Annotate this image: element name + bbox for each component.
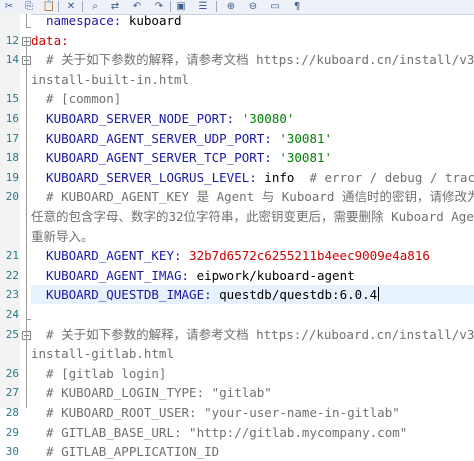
fold-guide [26, 14, 27, 28]
line-number [0, 70, 19, 89]
code-token: # 关于如下参数的解释，请参考文档 https://kuboard.cn/ins… [31, 326, 474, 342]
line-number: 25 [5, 327, 19, 341]
line-number [0, 11, 19, 30]
line-number: 19 [5, 170, 19, 184]
text-caret [378, 287, 380, 302]
code-token: 重新导入。 [31, 228, 94, 244]
code-token: # error / debug / trace [294, 169, 474, 185]
code-line[interactable]: # KUBOARD_LOGIN_TYPE: "gitlab" [31, 383, 474, 402]
code-token: KUBOARD_SERVER_LOGRUS_LEVEL: [31, 169, 265, 185]
code-token: # 关于如下参数的解释，请参考文档 https://kuboard.cn/ins… [31, 52, 474, 68]
code-token: # GITLAB_BASE_URL: "http://gitlab.mycomp… [31, 424, 408, 440]
line-number [0, 207, 19, 226]
code-token: # KUBOARD_AGENT_KEY 是 Agent 与 Kuboard 通信… [31, 189, 474, 205]
code-line[interactable]: KUBOARD_AGENT_KEY: 32b7d6572c6255211b4ee… [31, 246, 474, 265]
code-line[interactable]: install-built-in.html [31, 70, 474, 89]
code-token: KUBOARD_AGENT_KEY: [31, 248, 190, 264]
fold-end-tick [26, 319, 31, 320]
code-line[interactable]: # 关于如下参数的解释，请参考文档 https://kuboard.cn/ins… [31, 50, 474, 69]
code-token: info [264, 169, 295, 185]
code-token: KUBOARD_AGENT_SERVER_UDP_PORT: [31, 130, 280, 146]
line-number: 12 [5, 33, 19, 47]
code-token: eipwork/kuboard-agent [196, 267, 355, 283]
code-line[interactable]: KUBOARD_AGENT_SERVER_UDP_PORT: '30081' [31, 129, 474, 148]
code-line[interactable]: KUBOARD_AGENT_IMAG: eipwork/kuboard-agen… [31, 266, 474, 285]
code-token: KUBOARD_AGENT_IMAG: [31, 267, 197, 283]
line-number: 24 [5, 308, 19, 321]
code-line[interactable]: # GITLAB_BASE_URL: "http://gitlab.mycomp… [31, 423, 474, 442]
code-line[interactable]: # 关于如下参数的解释，请参考文档 https://kuboard.cn/ins… [31, 325, 474, 344]
code-line[interactable]: # [gitlab login] [31, 364, 474, 383]
line-number: 15 [5, 92, 19, 106]
line-number: 14 [5, 53, 19, 67]
code-line[interactable]: # KUBOARD_ROOT_USER: "your-user-name-in-… [31, 403, 474, 422]
code-token: # [gitlab login] [31, 365, 167, 381]
code-token: '30081' [279, 150, 333, 166]
code-line[interactable]: KUBOARD_AGENT_SERVER_TCP_PORT: '30081' [31, 148, 474, 167]
fold-end-tick [26, 27, 31, 28]
code-line[interactable]: install-gitlab.html [31, 344, 474, 363]
line-number: 26 [5, 366, 19, 380]
line-number: 28 [5, 406, 19, 419]
code-token: 32b7d6572c6255211b4eec9009e4a816 [189, 248, 430, 264]
code-token: '30080' [241, 111, 295, 126]
code-token: KUBOARD_AGENT_SERVER_TCP_PORT: [31, 150, 280, 166]
fold-guide [26, 62, 27, 320]
line-number [0, 344, 19, 363]
code-line[interactable]: KUBOARD_SERVER_LOGRUS_LEVEL: info # erro… [31, 168, 474, 187]
line-number: 29 [5, 425, 19, 439]
line-number: 30 [5, 445, 19, 459]
code-token: data: [31, 32, 69, 48]
code-token: KUBOARD_SERVER_NODE_PORT: [31, 111, 242, 126]
line-number: 20 [5, 190, 19, 204]
code-line[interactable]: # GITLAB_APPLICATION_ID [31, 442, 474, 461]
code-token: 任意的包含字母、数字的32位字符串，此密钥变更后，需要删除 Kuboard Ag… [31, 209, 474, 224]
code-line[interactable]: namespace: kuboard [31, 11, 474, 30]
line-number: 22 [5, 268, 19, 282]
code-line[interactable]: # [common] [31, 89, 474, 108]
line-number: 18 [5, 151, 19, 165]
code-line[interactable]: data: [31, 31, 474, 50]
code-line[interactable]: 重新导入。 [31, 227, 474, 246]
line-number: 23 [5, 288, 19, 302]
code-token: install-built-in.html [31, 71, 190, 87]
code-token: # GITLAB_APPLICATION_ID [31, 444, 220, 460]
code-token: kuboard [128, 13, 182, 28]
line-number: 17 [5, 131, 19, 145]
code-token: # KUBOARD_ROOT_USER: "your-user-name-in-… [31, 405, 400, 420]
code-token: questdb/questdb:6.0.4 [219, 287, 378, 303]
code-token: namespace: [31, 13, 129, 28]
code-token: KUBOARD_QUESTDB_IMAGE: [31, 287, 220, 303]
code-line[interactable]: 任意的包含字母、数字的32位字符串，此密钥变更后，需要删除 Kuboard Ag… [31, 207, 474, 226]
line-number: 21 [5, 249, 19, 263]
line-number: 16 [5, 112, 19, 125]
code-line[interactable]: KUBOARD_SERVER_NODE_PORT: '30080' [31, 109, 474, 128]
code-token: '30081' [279, 130, 333, 146]
code-token: # [common] [31, 91, 122, 107]
line-number [0, 227, 19, 246]
code-line[interactable] [31, 305, 474, 324]
code-line-current[interactable]: KUBOARD_QUESTDB_IMAGE: questdb/questdb:6… [31, 285, 474, 305]
code-token: install-gitlab.html [31, 346, 174, 362]
code-line[interactable]: # KUBOARD_AGENT_KEY 是 Agent 与 Kuboard 通信… [31, 187, 474, 206]
line-number: 27 [5, 386, 19, 400]
code-token: # KUBOARD_LOGIN_TYPE: "gitlab" [31, 385, 272, 401]
